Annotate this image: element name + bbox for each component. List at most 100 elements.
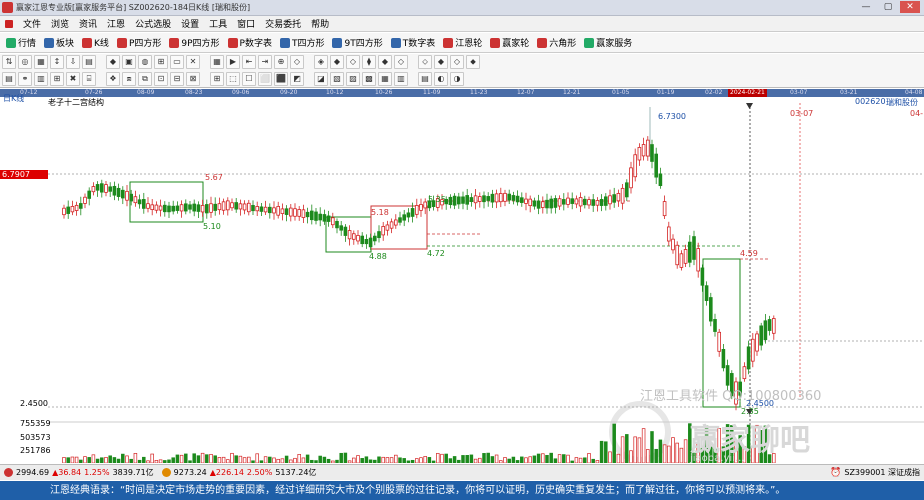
draw-tool-button[interactable]: ✕	[186, 55, 200, 69]
draw-tool-button[interactable]: ◆	[330, 55, 344, 69]
close-button[interactable]: ✕	[900, 1, 920, 13]
draw-tool-button[interactable]: ⬜	[258, 72, 272, 86]
toolbar-item-10[interactable]: 赢家轮	[486, 35, 533, 51]
draw-tool-button[interactable]: ⇤	[242, 55, 256, 69]
draw-tool-button[interactable]: ▦	[34, 55, 48, 69]
draw-tool-button[interactable]: ▣	[122, 55, 136, 69]
draw-tool-button[interactable]: ▧	[330, 72, 344, 86]
draw-tool-button[interactable]: ◇	[346, 55, 360, 69]
draw-tool-button[interactable]: ⊕	[274, 55, 288, 69]
volume-bar	[293, 457, 297, 464]
draw-tool-button[interactable]: ⬛	[274, 72, 288, 86]
volume-bar	[469, 454, 474, 464]
draw-tool-button[interactable]: ⇩	[66, 55, 80, 69]
draw-tool-button[interactable]: ◇	[290, 55, 304, 69]
draw-tool-button[interactable]: ◈	[314, 55, 328, 69]
kline-chart[interactable]: 日K线 老子十二宫结构 002620 瑞和股份 03-07 04- 6.7907…	[0, 94, 924, 464]
draw-tool-button[interactable]: ⊠	[186, 72, 200, 86]
menu-tools[interactable]: 工具	[204, 17, 232, 30]
draw-tool-button[interactable]: ▨	[346, 72, 360, 86]
toolbar-item-1[interactable]: 板块	[40, 35, 78, 51]
menu-formula-screening[interactable]: 公式选股	[130, 17, 176, 30]
date-tick-label: 01-19	[657, 89, 675, 96]
draw-tool-button[interactable]: ✖	[66, 72, 80, 86]
draw-tool-button[interactable]: ◆	[434, 55, 448, 69]
toolbar-item-4[interactable]: 9P四方形	[165, 35, 223, 51]
menu-file[interactable]: 文件	[18, 17, 46, 30]
draw-tool-button[interactable]: ◑	[450, 72, 464, 86]
menu-news[interactable]: 资讯	[74, 17, 102, 30]
toolbar-item-2[interactable]: K线	[78, 35, 113, 51]
candle-body	[150, 204, 155, 211]
draw-tool-button[interactable]: ⇥	[258, 55, 272, 69]
volume-bar	[305, 454, 310, 464]
minimize-button[interactable]: —	[856, 1, 876, 13]
toolbar-item-3[interactable]: P四方形	[113, 35, 165, 51]
status-right[interactable]: ⏰ SZ399001 深证成指	[826, 467, 924, 478]
menu-browse[interactable]: 浏览	[46, 17, 74, 30]
sh-index[interactable]: 2994.69 ▲36.84 1.25% 3839.71亿	[0, 467, 158, 478]
toolbar-item-0[interactable]: 行情	[2, 35, 40, 51]
toolbar-item-8[interactable]: T数字表	[387, 35, 440, 51]
draw-tool-button[interactable]: ⇅	[2, 55, 16, 69]
draw-tool-button[interactable]: ⬥	[466, 55, 480, 69]
draw-tool-button[interactable]: ◐	[434, 72, 448, 86]
draw-tool-button[interactable]: ⧈	[122, 72, 136, 86]
draw-tool-button[interactable]: ◆	[106, 55, 120, 69]
candle-body	[95, 184, 100, 191]
draw-tool-button[interactable]: ◇	[450, 55, 464, 69]
volume-bar	[570, 460, 574, 464]
sz-index[interactable]: 9273.24 ▲226.14 2.50% 5137.24亿	[158, 467, 321, 478]
draw-tool-button[interactable]: ◆	[378, 55, 392, 69]
draw-tool-button[interactable]: ◪	[314, 72, 328, 86]
draw-tool-button[interactable]: ⧫	[362, 55, 376, 69]
draw-tool-button[interactable]: ◇	[394, 55, 408, 69]
menu-window[interactable]: 窗口	[232, 17, 260, 30]
candle-body	[213, 203, 218, 211]
kline-chart-canvas[interactable]	[0, 97, 924, 464]
draw-tool-button[interactable]: ▤	[82, 55, 96, 69]
draw-tool-button[interactable]: ▭	[170, 55, 184, 69]
candle-body	[692, 236, 696, 260]
volume-bar	[679, 447, 684, 464]
draw-tool-button[interactable]: ⚭	[18, 72, 32, 86]
draw-tool-button[interactable]: ⊟	[170, 72, 184, 86]
draw-tool-button[interactable]: ◎	[18, 55, 32, 69]
draw-tool-button[interactable]: ⊞	[210, 72, 224, 86]
draw-tool-button[interactable]: ◍	[138, 55, 152, 69]
draw-tool-button[interactable]: ⧉	[138, 72, 152, 86]
candle-body	[503, 192, 507, 202]
menu-settings[interactable]: 设置	[176, 17, 204, 30]
draw-tool-button[interactable]: ↕	[50, 55, 64, 69]
maximize-button[interactable]: ▢	[878, 1, 898, 13]
toolbar-item-11[interactable]: 六角形	[533, 35, 580, 51]
draw-tool-button[interactable]: ▤	[2, 72, 16, 86]
system-menu-icon[interactable]	[0, 19, 18, 28]
draw-tool-button[interactable]: ◩	[290, 72, 304, 86]
draw-tool-button[interactable]: ▥	[34, 72, 48, 86]
draw-tool-button[interactable]: ☐	[242, 72, 256, 86]
draw-tool-button[interactable]: ⬚	[226, 72, 240, 86]
toolbar-item-9[interactable]: 江恩轮	[439, 35, 486, 51]
menu-trading[interactable]: 交易委托	[260, 17, 306, 30]
date-tick-label: 12-21	[563, 89, 581, 96]
draw-tool-button[interactable]: ▦	[210, 55, 224, 69]
candle-body	[70, 206, 75, 213]
draw-tool-button[interactable]: ⊡	[154, 72, 168, 86]
menu-gann[interactable]: 江恩	[102, 17, 130, 30]
draw-tool-button[interactable]: ⊞	[154, 55, 168, 69]
draw-tool-button[interactable]: ⬦	[418, 55, 432, 69]
draw-tool-button[interactable]: ▶	[226, 55, 240, 69]
toolbar-item-7[interactable]: 9T四方形	[328, 35, 386, 51]
toolbar-item-12[interactable]: 赢家服务	[580, 35, 636, 51]
draw-tool-button[interactable]: ▩	[362, 72, 376, 86]
draw-tool-button[interactable]: ▤	[418, 72, 432, 86]
menu-help[interactable]: 帮助	[306, 17, 334, 30]
draw-tool-button[interactable]: ▥	[394, 72, 408, 86]
draw-tool-button[interactable]: ▦	[378, 72, 392, 86]
draw-tool-button[interactable]: ❖	[106, 72, 120, 86]
toolbar-item-5[interactable]: P数字表	[224, 35, 276, 51]
draw-tool-button[interactable]: ⊞	[50, 72, 64, 86]
toolbar-item-6[interactable]: T四方形	[276, 35, 329, 51]
draw-tool-button[interactable]: ⌸	[82, 72, 96, 86]
